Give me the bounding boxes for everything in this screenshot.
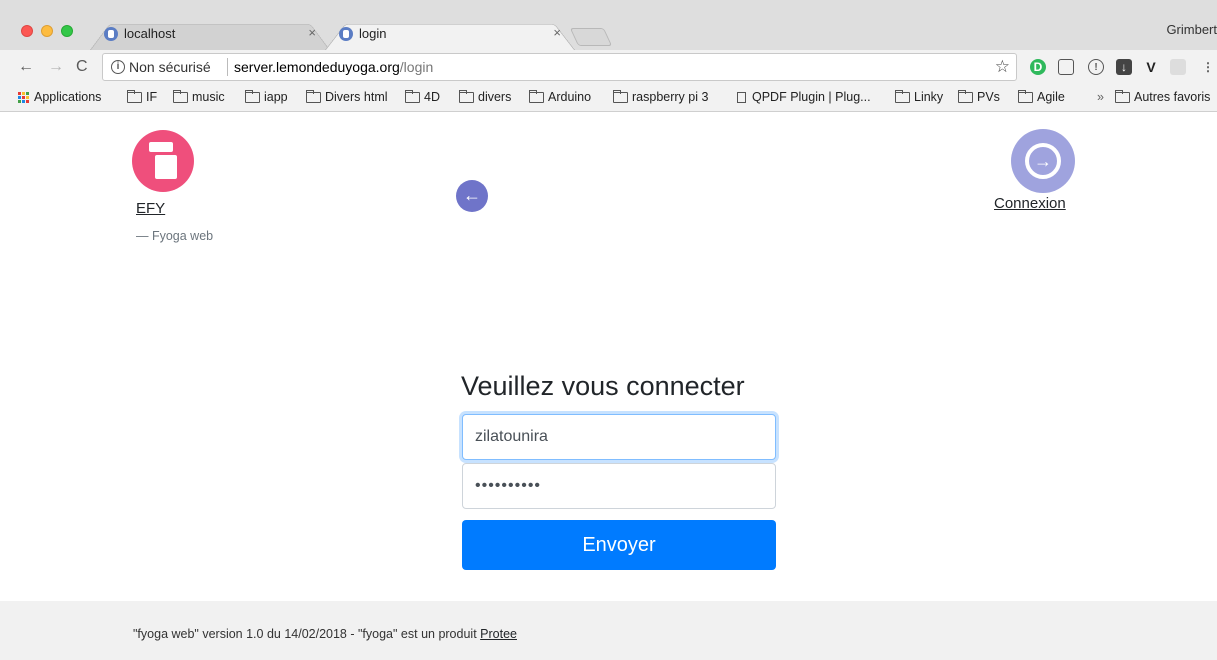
arrow-left-icon: ←: [463, 185, 481, 205]
bookmark-page[interactable]: QPDF Plugin | Plug...: [737, 90, 871, 104]
cast-icon[interactable]: [1058, 59, 1074, 75]
folder-icon: [958, 89, 973, 103]
tab-strip: localhost × login × Grimbert: [0, 0, 1217, 50]
extension-info-icon[interactable]: !: [1088, 59, 1104, 75]
folder-icon: [529, 89, 544, 103]
security-label[interactable]: Non sécurisé: [129, 59, 211, 75]
site-favicon-icon: [104, 27, 118, 41]
footer-text: "fyoga web" version 1.0 du 14/02/2018 - …: [133, 627, 517, 641]
apps-grid-icon: [18, 91, 29, 103]
bookmark-folder[interactable]: Linky: [895, 89, 943, 104]
folder-icon: [613, 89, 628, 103]
page-icon: [737, 91, 746, 103]
extension-grey-icon[interactable]: [1170, 59, 1186, 75]
bookmark-star-icon[interactable]: ☆: [995, 57, 1010, 77]
reload-icon[interactable]: C: [76, 58, 88, 76]
tab-title: login: [359, 26, 387, 41]
extension-vd-icon[interactable]: V: [1143, 59, 1159, 75]
address-bar[interactable]: i Non sécurisé server.lemondeduyoga.org/…: [102, 53, 1017, 81]
bookmark-folder[interactable]: 4D: [405, 89, 440, 104]
close-window-button[interactable]: [21, 25, 33, 37]
efy-link[interactable]: EFY: [136, 200, 165, 217]
page-footer: "fyoga web" version 1.0 du 14/02/2018 - …: [0, 601, 1217, 660]
address-separator: [227, 58, 228, 76]
login-logo-button[interactable]: →: [1011, 129, 1075, 193]
minimize-window-button[interactable]: [41, 25, 53, 37]
profile-name[interactable]: Grimbert: [1166, 22, 1217, 37]
folder-icon: [173, 89, 188, 103]
tab-close-icon[interactable]: ×: [553, 25, 561, 40]
tab-login[interactable]: login ×: [325, 18, 575, 50]
forward-nav-icon[interactable]: →: [48, 58, 64, 76]
bookmark-folder[interactable]: raspberry pi 3: [613, 89, 708, 104]
folder-icon: [1018, 89, 1033, 103]
info-icon[interactable]: i: [111, 60, 125, 74]
menu-icon[interactable]: ⋮: [1200, 59, 1216, 75]
bookmark-folder[interactable]: Arduino: [529, 89, 591, 104]
submit-button[interactable]: Envoyer: [462, 520, 776, 570]
folder-icon: [459, 89, 474, 103]
bookmark-folder[interactable]: iapp: [245, 89, 288, 104]
folder-icon: [245, 89, 260, 103]
url-text[interactable]: server.lemondeduyoga.org/login: [234, 59, 433, 75]
extension-green-icon[interactable]: D: [1030, 59, 1046, 75]
browser-toolbar: ← → C i Non sécurisé server.lemondeduyog…: [0, 50, 1217, 86]
bookmark-folder[interactable]: Agile: [1018, 89, 1065, 104]
bookmark-folder[interactable]: divers: [459, 89, 511, 104]
tab-close-icon[interactable]: ×: [308, 25, 316, 40]
maximize-window-button[interactable]: [61, 25, 73, 37]
bookmark-folder[interactable]: music: [173, 89, 225, 104]
tab-title: localhost: [124, 26, 176, 41]
new-tab-button[interactable]: [569, 28, 613, 46]
back-button[interactable]: ←: [456, 180, 488, 212]
login-form-title: Veuillez vous connecter: [461, 371, 745, 401]
bookmark-other-favorites[interactable]: Autres favoris: [1115, 89, 1210, 104]
site-favicon-icon: [339, 27, 353, 41]
efy-subtitle: — Fyoga web: [136, 229, 214, 243]
folder-icon: [127, 89, 142, 103]
bookmarks-overflow-icon[interactable]: »: [1097, 90, 1104, 104]
back-nav-icon[interactable]: ←: [18, 58, 34, 76]
protee-link[interactable]: Protee: [480, 627, 517, 641]
bookmark-apps[interactable]: Applications: [18, 90, 101, 104]
login-arrow-icon: →: [1034, 151, 1052, 171]
folder-icon: [1115, 89, 1130, 103]
extension-download-icon[interactable]: ↓: [1116, 59, 1132, 75]
folder-icon: [306, 89, 321, 103]
connexion-link[interactable]: Connexion: [994, 195, 1066, 212]
username-input[interactable]: [462, 414, 776, 460]
bookmarks-bar: Applications IF music iapp Divers html 4…: [0, 86, 1217, 112]
efy-logo-icon[interactable]: [132, 130, 194, 192]
folder-icon: [895, 89, 910, 103]
bookmark-folder[interactable]: Divers html: [306, 89, 388, 104]
folder-icon: [405, 89, 420, 103]
tab-localhost[interactable]: localhost ×: [90, 18, 330, 50]
bookmark-folder[interactable]: IF: [127, 89, 157, 104]
bookmark-folder[interactable]: PVs: [958, 89, 1000, 104]
password-input[interactable]: [462, 463, 776, 509]
